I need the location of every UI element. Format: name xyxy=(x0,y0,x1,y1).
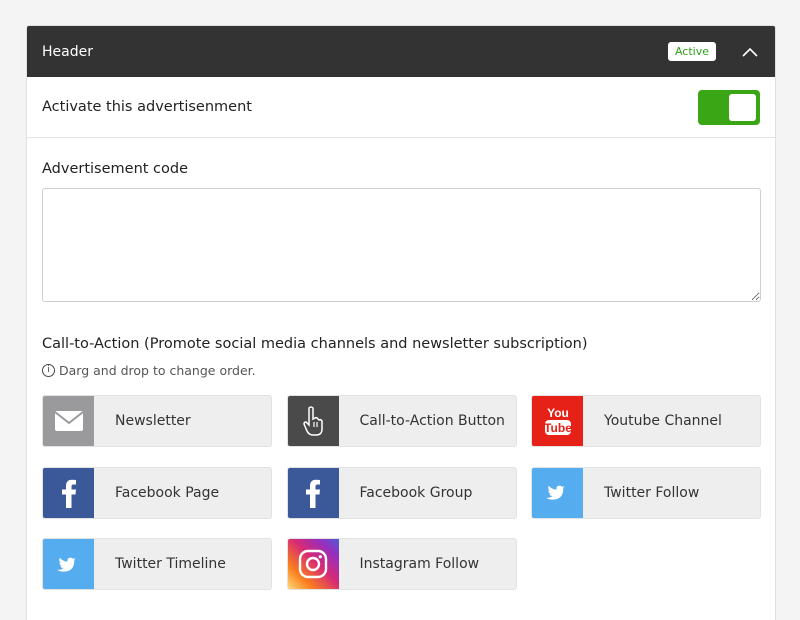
cta-item-instagram-follow[interactable]: Instagram Follow xyxy=(286,538,517,590)
panel-title: Header xyxy=(42,43,93,60)
svg-text:You: You xyxy=(547,406,569,420)
collapse-button[interactable] xyxy=(740,42,760,62)
cta-item-facebook-group[interactable]: Facebook Group xyxy=(286,466,517,519)
cta-item-youtube-channel[interactable]: You Tube Youtube Channel xyxy=(531,395,761,447)
cta-label: Twitter Timeline xyxy=(115,556,226,572)
cta-label: Twitter Follow xyxy=(604,484,700,501)
cta-hint: i Darg and drop to change order. xyxy=(42,362,760,378)
twitter-icon xyxy=(43,539,94,589)
pointer-hand-icon xyxy=(287,396,339,446)
instagram-icon xyxy=(287,539,339,589)
cta-label: Call-to-Action Button xyxy=(359,413,505,429)
cta-title: Call-to-Action (Promote social media cha… xyxy=(42,336,588,352)
cta-label: Youtube Channel xyxy=(604,413,722,429)
chevron-up-icon xyxy=(742,47,758,57)
ad-code-textarea[interactable] xyxy=(42,188,761,302)
activate-label: Activate this advertisenment xyxy=(42,99,252,115)
facebook-icon xyxy=(287,467,339,518)
status-badge: Active xyxy=(667,42,716,61)
cta-item-twitter-timeline[interactable]: Twitter Timeline xyxy=(42,538,272,590)
cta-item-call-to-action-button[interactable]: Call-to-Action Button xyxy=(286,395,517,447)
cta-item-newsletter[interactable]: Newsletter xyxy=(42,395,272,447)
envelope-icon xyxy=(43,396,94,446)
panel-header[interactable]: Header Active xyxy=(27,26,775,77)
cta-label: Instagram Follow xyxy=(359,556,480,572)
facebook-icon xyxy=(43,467,94,518)
cta-grid: Newsletter Call-to-Action Button You Tub… xyxy=(42,395,761,590)
activate-toggle[interactable] xyxy=(698,89,760,125)
ad-code-label: Advertisement code xyxy=(42,161,189,177)
youtube-icon: You Tube xyxy=(532,396,583,446)
svg-text:Tube: Tube xyxy=(544,421,572,435)
cta-hint-text: Darg and drop to change order. xyxy=(59,362,256,378)
ad-settings-panel: Header Active Activate this advertisenme… xyxy=(26,25,776,620)
cta-label: Facebook Group xyxy=(359,484,473,501)
activate-row: Activate this advertisenment xyxy=(27,77,775,138)
cta-item-facebook-page[interactable]: Facebook Page xyxy=(42,466,272,519)
cta-item-twitter-follow[interactable]: Twitter Follow xyxy=(531,466,761,519)
cta-label: Facebook Page xyxy=(115,484,220,501)
toggle-knob xyxy=(729,93,756,121)
cta-label: Newsletter xyxy=(115,413,191,429)
twitter-icon xyxy=(532,467,583,518)
content: Advertisement code Call-to-Action (Promo… xyxy=(27,160,775,590)
info-icon: i xyxy=(42,363,55,377)
